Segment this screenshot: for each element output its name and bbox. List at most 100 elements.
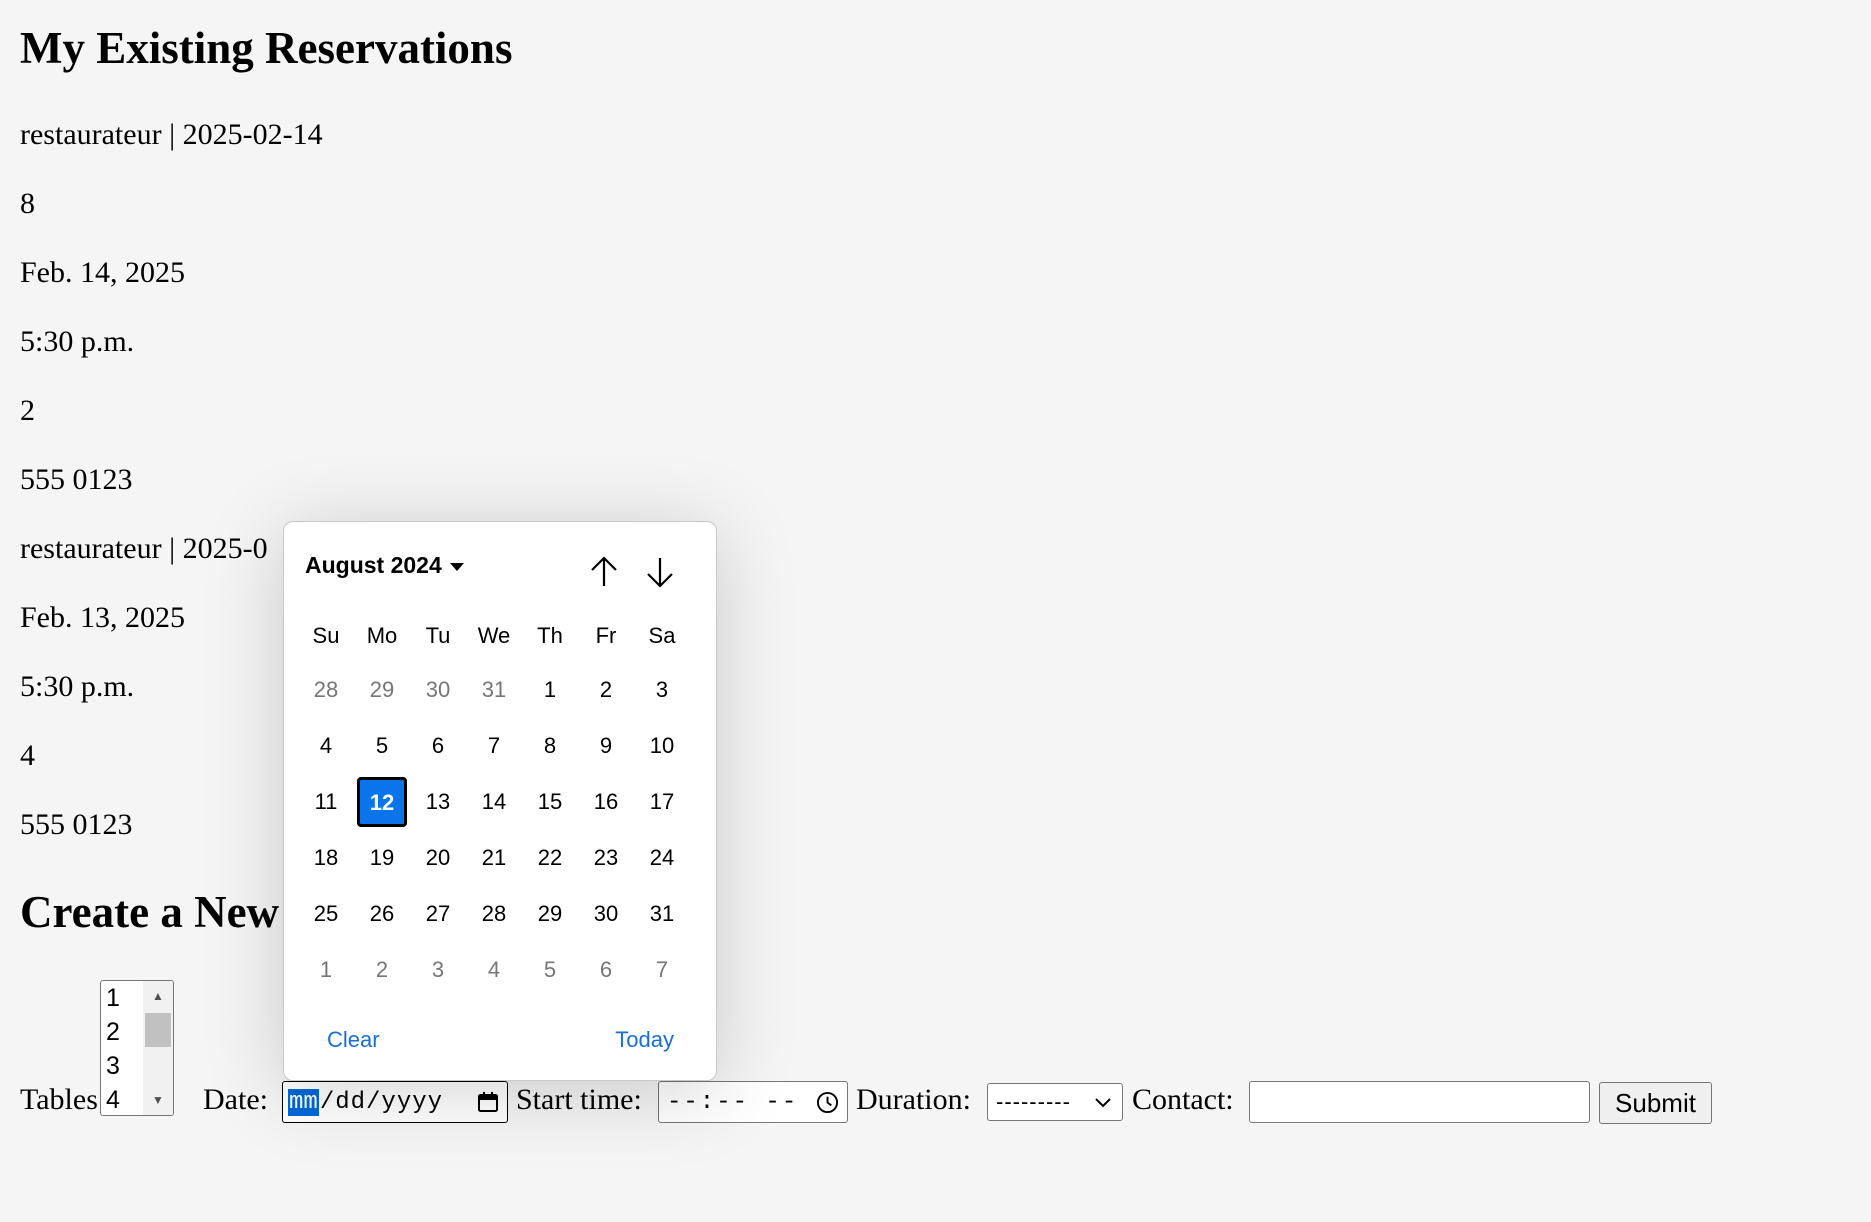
day-cell[interactable]: 29 (354, 662, 410, 718)
day-cell[interactable]: 1 (522, 662, 578, 718)
day-cell[interactable]: 22 (522, 830, 578, 886)
scroll-up-arrow-icon[interactable]: ▲ (143, 985, 173, 1007)
day-cell[interactable]: 4 (466, 942, 522, 998)
calendar-week-row: 25 26 27 28 29 30 31 (298, 886, 690, 942)
day-cell[interactable]: 27 (410, 886, 466, 942)
date-month-segment[interactable]: mm (288, 1088, 319, 1116)
arrow-down-icon[interactable] (642, 552, 678, 592)
clock-icon[interactable] (816, 1091, 839, 1114)
calendar-week-row: 11 12 13 14 15 16 17 (298, 774, 690, 830)
duration-select[interactable]: --------- (987, 1083, 1123, 1121)
calendar-week-row: 18 19 20 21 22 23 24 (298, 830, 690, 886)
reservation-contact: 555 0123 (20, 808, 133, 841)
selected-day-cell[interactable]: 12 (354, 774, 410, 830)
month-year-label: August 2024 (305, 552, 442, 578)
submit-button[interactable]: Submit (1599, 1082, 1712, 1124)
day-cell[interactable]: 11 (298, 774, 354, 830)
calendar-week-row: 1 2 3 4 5 6 7 (298, 942, 690, 998)
date-rest-segments[interactable]: /dd/yyyy (320, 1089, 443, 1116)
calendar-grid: Su Mo Tu We Th Fr Sa 28 29 30 31 1 2 3 4… (298, 616, 690, 998)
calendar-week-row: 28 29 30 31 1 2 3 (298, 662, 690, 718)
day-cell[interactable]: 18 (298, 830, 354, 886)
chevron-down-icon (1095, 1098, 1111, 1108)
contact-label: Contact: (1132, 1083, 1234, 1116)
reservation-time: 5:30 p.m. (20, 325, 135, 358)
day-cell[interactable]: 9 (578, 718, 634, 774)
date-label: Date: (203, 1083, 268, 1116)
reservation-tables: 8 (20, 187, 35, 220)
weekday-label: Sa (648, 623, 676, 648)
day-cell[interactable]: 31 (634, 886, 690, 942)
day-cell[interactable]: 23 (578, 830, 634, 886)
duration-selected-value: --------- (996, 1089, 1071, 1114)
day-cell[interactable]: 17 (634, 774, 690, 830)
date-input[interactable]: mm /dd/yyyy (282, 1081, 508, 1123)
day-cell[interactable]: 5 (354, 718, 410, 774)
reservation-time: 5:30 p.m. (20, 670, 135, 703)
clear-button[interactable]: Clear (327, 1027, 380, 1053)
arrow-up-icon[interactable] (586, 552, 622, 592)
start-time-input[interactable]: --:-- -- (658, 1081, 848, 1123)
duration-label: Duration: (856, 1083, 971, 1116)
weekday-label: Th (537, 623, 563, 648)
day-cell[interactable]: 4 (298, 718, 354, 774)
tables-label: Tables: (20, 1083, 107, 1116)
day-cell[interactable]: 20 (410, 830, 466, 886)
day-cell[interactable]: 7 (634, 942, 690, 998)
day-cell[interactable]: 2 (578, 662, 634, 718)
create-reservation-heading: Create a New (20, 887, 280, 937)
day-cell[interactable]: 1 (298, 942, 354, 998)
reservation-contact: 555 0123 (20, 463, 133, 496)
day-cell[interactable]: 28 (298, 662, 354, 718)
scrollbar-thumb[interactable] (145, 1013, 171, 1047)
page-title: My Existing Reservations (20, 23, 513, 73)
selected-day-label: 12 (357, 776, 407, 827)
day-cell[interactable]: 25 (298, 886, 354, 942)
day-cell[interactable]: 8 (522, 718, 578, 774)
day-cell[interactable]: 3 (410, 942, 466, 998)
listbox-scrollbar[interactable]: ▲ ▼ (143, 981, 173, 1115)
weekday-label: Su (312, 623, 340, 648)
day-cell[interactable]: 24 (634, 830, 690, 886)
day-cell[interactable]: 13 (410, 774, 466, 830)
day-cell[interactable]: 21 (466, 830, 522, 886)
reservation-title: restaurateur | 2025-0 (20, 532, 268, 565)
reservation-date: Feb. 13, 2025 (20, 601, 185, 634)
weekday-label: Fr (595, 623, 617, 648)
reservation-duration: 4 (20, 739, 35, 772)
start-time-value: --:-- -- (667, 1088, 799, 1116)
tables-listbox[interactable]: 1 2 3 4 ▲ ▼ (100, 980, 174, 1116)
calendar-week-row: 4 5 6 7 8 9 10 (298, 718, 690, 774)
day-cell[interactable]: 19 (354, 830, 410, 886)
reservation-title: restaurateur | 2025-02-14 (20, 118, 323, 151)
day-cell[interactable]: 10 (634, 718, 690, 774)
weekday-label: We (477, 623, 511, 648)
calendar-icon[interactable] (477, 1091, 499, 1113)
day-cell[interactable]: 28 (466, 886, 522, 942)
day-cell[interactable]: 29 (522, 886, 578, 942)
day-cell[interactable]: 16 (578, 774, 634, 830)
day-cell[interactable]: 14 (466, 774, 522, 830)
day-cell[interactable]: 15 (522, 774, 578, 830)
reservation-duration: 2 (20, 394, 35, 427)
day-cell[interactable]: 5 (522, 942, 578, 998)
day-cell[interactable]: 30 (410, 662, 466, 718)
date-picker-popup: August 2024 Su Mo Tu We Th Fr Sa 28 29 3… (283, 521, 717, 1081)
day-cell[interactable]: 6 (578, 942, 634, 998)
reservation-date: Feb. 14, 2025 (20, 256, 185, 289)
day-cell[interactable]: 3 (634, 662, 690, 718)
scroll-down-arrow-icon[interactable]: ▼ (143, 1089, 173, 1111)
day-cell[interactable]: 6 (410, 718, 466, 774)
day-cell[interactable]: 31 (466, 662, 522, 718)
day-cell[interactable]: 26 (354, 886, 410, 942)
day-cell[interactable]: 2 (354, 942, 410, 998)
day-cell[interactable]: 30 (578, 886, 634, 942)
start-time-label: Start time: (516, 1083, 642, 1116)
day-cell[interactable]: 7 (466, 718, 522, 774)
today-button[interactable]: Today (615, 1027, 674, 1053)
caret-down-icon (449, 562, 464, 571)
weekday-header-row: Su Mo Tu We Th Fr Sa (298, 616, 690, 656)
weekday-label: Mo (366, 623, 398, 648)
contact-input[interactable] (1249, 1081, 1590, 1123)
month-year-dropdown[interactable]: August 2024 (305, 552, 464, 579)
